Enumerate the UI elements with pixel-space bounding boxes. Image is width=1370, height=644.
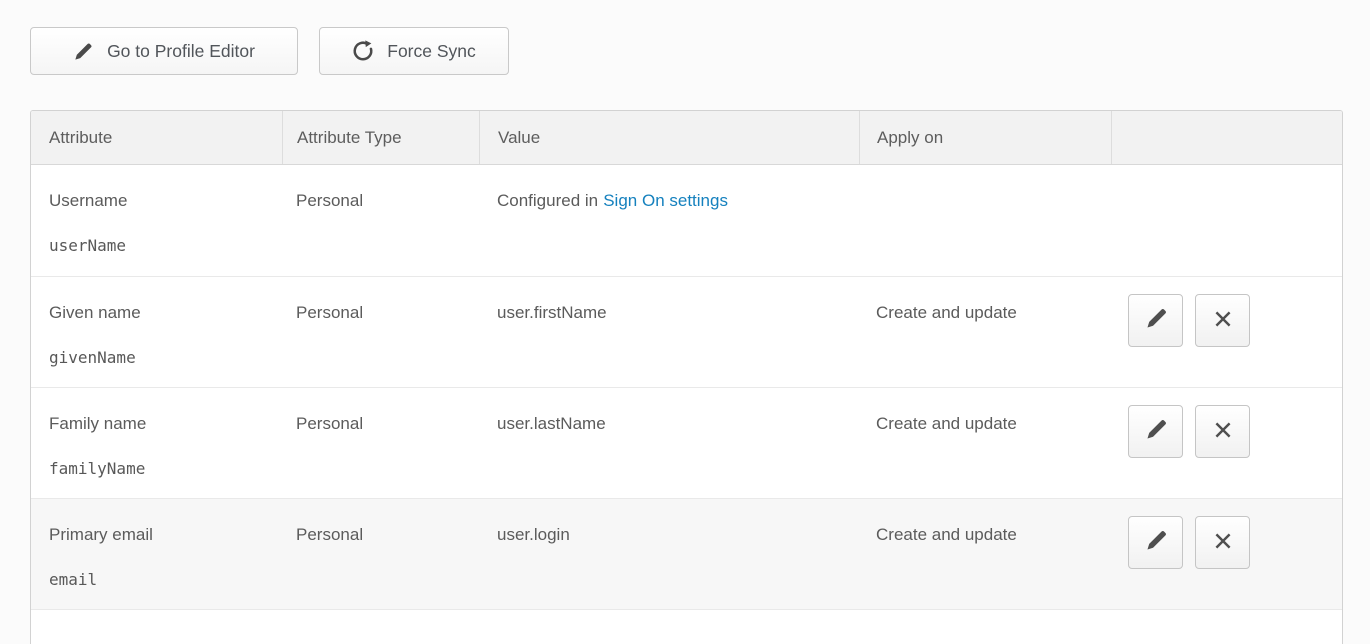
pencil-icon	[73, 41, 94, 62]
close-icon	[1212, 419, 1234, 444]
attribute-type: Personal	[282, 165, 479, 276]
apply-on-value	[859, 165, 1111, 276]
table-row-primary-email: Primary email email Personal user.login …	[31, 499, 1342, 610]
attribute-type: Personal	[282, 499, 479, 609]
pencil-icon	[1144, 418, 1168, 445]
attribute-label: Primary email	[49, 524, 282, 545]
row-actions	[1111, 277, 1342, 387]
column-header-value: Value	[479, 111, 859, 164]
table-row-given-name: Given name givenName Personal user.first…	[31, 277, 1342, 388]
attribute-mappings-table: Attribute Attribute Type Value Apply on …	[30, 110, 1343, 644]
row-actions	[1111, 499, 1342, 609]
table-row-partial	[31, 610, 1342, 644]
attribute-label: Given name	[49, 302, 282, 323]
attribute-variable-name: email	[49, 569, 282, 590]
go-to-profile-editor-button[interactable]: Go to Profile Editor	[30, 27, 298, 75]
apply-on-value: Create and update	[859, 499, 1111, 609]
apply-on-value: Create and update	[859, 277, 1111, 387]
attribute-variable-name: familyName	[49, 458, 282, 479]
close-icon	[1212, 530, 1234, 555]
attribute-label: Family name	[49, 413, 282, 434]
remove-attribute-button[interactable]	[1195, 516, 1250, 569]
toolbar: Go to Profile Editor Force Sync	[30, 27, 509, 75]
force-sync-button[interactable]: Force Sync	[319, 27, 509, 75]
column-header-apply-on: Apply on	[859, 111, 1111, 164]
value-text: Configured in	[497, 191, 598, 210]
column-header-attribute: Attribute	[31, 111, 282, 164]
go-to-profile-editor-label: Go to Profile Editor	[107, 41, 255, 62]
close-icon	[1212, 308, 1234, 333]
remove-attribute-button[interactable]	[1195, 294, 1250, 347]
pencil-icon	[1144, 307, 1168, 334]
table-header-row: Attribute Attribute Type Value Apply on	[31, 111, 1342, 165]
mapping-value: user.firstName	[479, 277, 859, 387]
attribute-variable-name: userName	[49, 235, 282, 256]
mapping-value: user.lastName	[479, 388, 859, 498]
attribute-type: Personal	[282, 388, 479, 498]
sign-on-settings-link[interactable]: Sign On settings	[603, 191, 728, 210]
column-header-actions	[1111, 111, 1342, 164]
apply-on-value: Create and update	[859, 388, 1111, 498]
attribute-variable-name: givenName	[49, 347, 282, 368]
row-actions	[1111, 388, 1342, 498]
edit-attribute-button[interactable]	[1128, 405, 1183, 458]
refresh-icon	[352, 40, 374, 62]
attribute-label: Username	[49, 190, 282, 211]
column-header-attribute-type: Attribute Type	[282, 111, 479, 164]
remove-attribute-button[interactable]	[1195, 405, 1250, 458]
edit-attribute-button[interactable]	[1128, 516, 1183, 569]
row-actions	[1111, 165, 1342, 276]
attribute-type: Personal	[282, 277, 479, 387]
edit-attribute-button[interactable]	[1128, 294, 1183, 347]
table-row-username: Username userName Personal Configured in…	[31, 165, 1342, 277]
table-row-family-name: Family name familyName Personal user.las…	[31, 388, 1342, 499]
pencil-icon	[1144, 529, 1168, 556]
force-sync-label: Force Sync	[387, 41, 476, 62]
mapping-value: user.login	[479, 499, 859, 609]
